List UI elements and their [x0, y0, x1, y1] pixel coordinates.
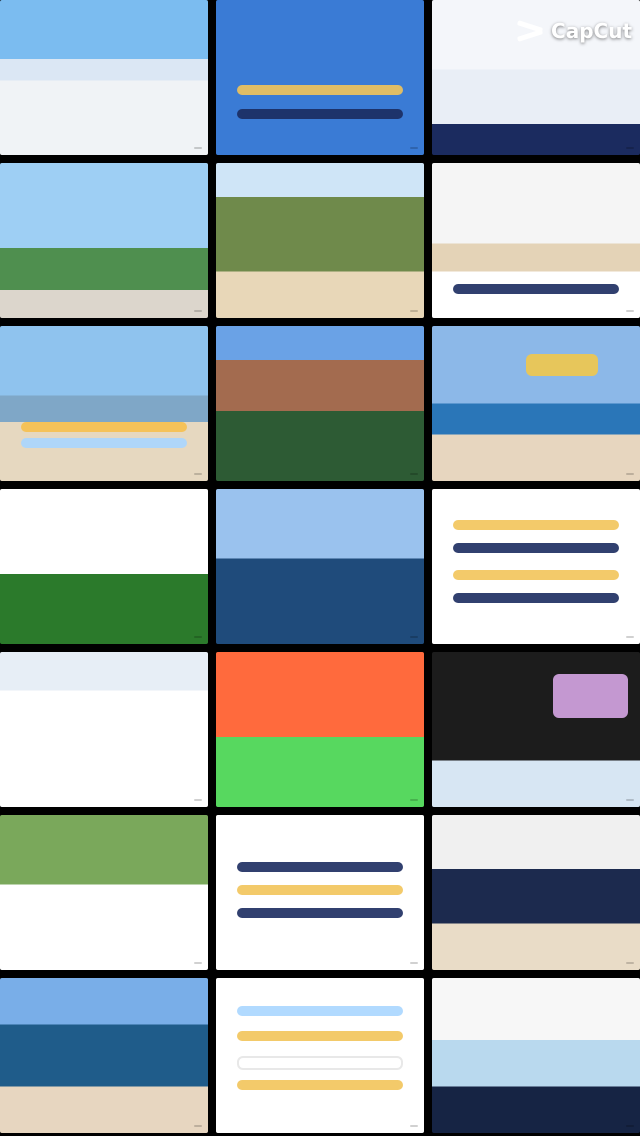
photo-caption: [410, 799, 418, 801]
photo-caption: [194, 310, 202, 312]
bracelet-stripe: [236, 1080, 404, 1091]
capcut-logo-icon: [517, 18, 543, 44]
photo-motif: [216, 978, 424, 1133]
photo-caption: [626, 147, 634, 149]
bracelet-stripe: [452, 592, 620, 603]
capcut-watermark: CapCut: [517, 18, 632, 44]
photo-tile[interactable]: [432, 163, 640, 318]
bracelet-stripe: [452, 569, 620, 580]
photo-tile[interactable]: [432, 978, 640, 1133]
bracelet-stripe: [452, 283, 620, 294]
bracelet-stripe: [20, 437, 188, 448]
bracelet-stripe: [236, 1030, 404, 1041]
photo-tile[interactable]: [0, 0, 208, 155]
photo-tile[interactable]: [216, 326, 424, 481]
photo-motif: [432, 326, 640, 481]
photo-motif: [0, 489, 208, 644]
photo-tile[interactable]: [0, 326, 208, 481]
photo-caption: [626, 799, 634, 801]
photo-tile[interactable]: [216, 489, 424, 644]
photo-motif: [216, 0, 424, 155]
photo-tile[interactable]: [432, 489, 640, 644]
bracelet-stripe: [452, 520, 620, 530]
photo-motif: [216, 326, 424, 481]
photo-motif: [0, 163, 208, 318]
photo-motif: [216, 652, 424, 807]
photo-motif: [432, 489, 640, 644]
photo-motif: [432, 163, 640, 318]
photo-caption: [194, 962, 202, 964]
photo-motif: [0, 815, 208, 970]
photo-caption: [626, 1125, 634, 1127]
photo-motif: [0, 978, 208, 1133]
balloon-shape: [525, 353, 599, 376]
photo-tile[interactable]: [0, 163, 208, 318]
photo-caption: [194, 147, 202, 149]
photo-motif: [0, 0, 208, 155]
photo-motif: [432, 652, 640, 807]
photo-grid: [0, 0, 640, 1136]
bracelet-stripe: [236, 1055, 404, 1070]
photo-caption: [194, 473, 202, 475]
photo-caption: [626, 962, 634, 964]
photo-motif: [0, 652, 208, 807]
photo-tile[interactable]: [0, 652, 208, 807]
photo-motif: [216, 163, 424, 318]
photo-motif: [216, 815, 424, 970]
photo-tile[interactable]: [216, 815, 424, 970]
photo-tile[interactable]: [432, 815, 640, 970]
bracelet-stripe: [20, 422, 188, 433]
photo-motif: [432, 978, 640, 1133]
photo-motif: [0, 326, 208, 481]
photo-caption: [626, 636, 634, 638]
photo-tile[interactable]: [432, 652, 640, 807]
photo-caption: [410, 962, 418, 964]
photo-tile[interactable]: [432, 326, 640, 481]
photo-caption: [194, 799, 202, 801]
bracelet-stripe: [236, 861, 404, 872]
photo-tile[interactable]: [0, 978, 208, 1133]
bracelet-stripe: [236, 108, 404, 119]
capcut-watermark-text: CapCut: [551, 19, 632, 43]
bracelet-stripe: [452, 543, 620, 554]
photo-caption: [194, 636, 202, 638]
photo-caption: [410, 636, 418, 638]
photo-tile[interactable]: [216, 163, 424, 318]
bracelet-stripe: [236, 1005, 404, 1016]
photo-caption: [410, 1125, 418, 1127]
photo-caption: [410, 473, 418, 475]
photo-collage-screen: CapCut: [0, 0, 640, 1136]
photo-motif: [216, 489, 424, 644]
photo-caption: [194, 1125, 202, 1127]
photo-caption: [410, 147, 418, 149]
photo-tile[interactable]: [216, 652, 424, 807]
photo-tile[interactable]: [0, 489, 208, 644]
bracelet-stripe: [236, 908, 404, 918]
photo-motif: [432, 815, 640, 970]
photo-tile[interactable]: [216, 0, 424, 155]
bracelet-stripe: [236, 85, 404, 96]
photo-tile[interactable]: [0, 815, 208, 970]
photo-tile[interactable]: [216, 978, 424, 1133]
ice-cream-scoop: [552, 673, 628, 718]
photo-caption: [626, 473, 634, 475]
photo-caption: [410, 310, 418, 312]
photo-caption: [626, 310, 634, 312]
bracelet-stripe: [236, 884, 404, 895]
